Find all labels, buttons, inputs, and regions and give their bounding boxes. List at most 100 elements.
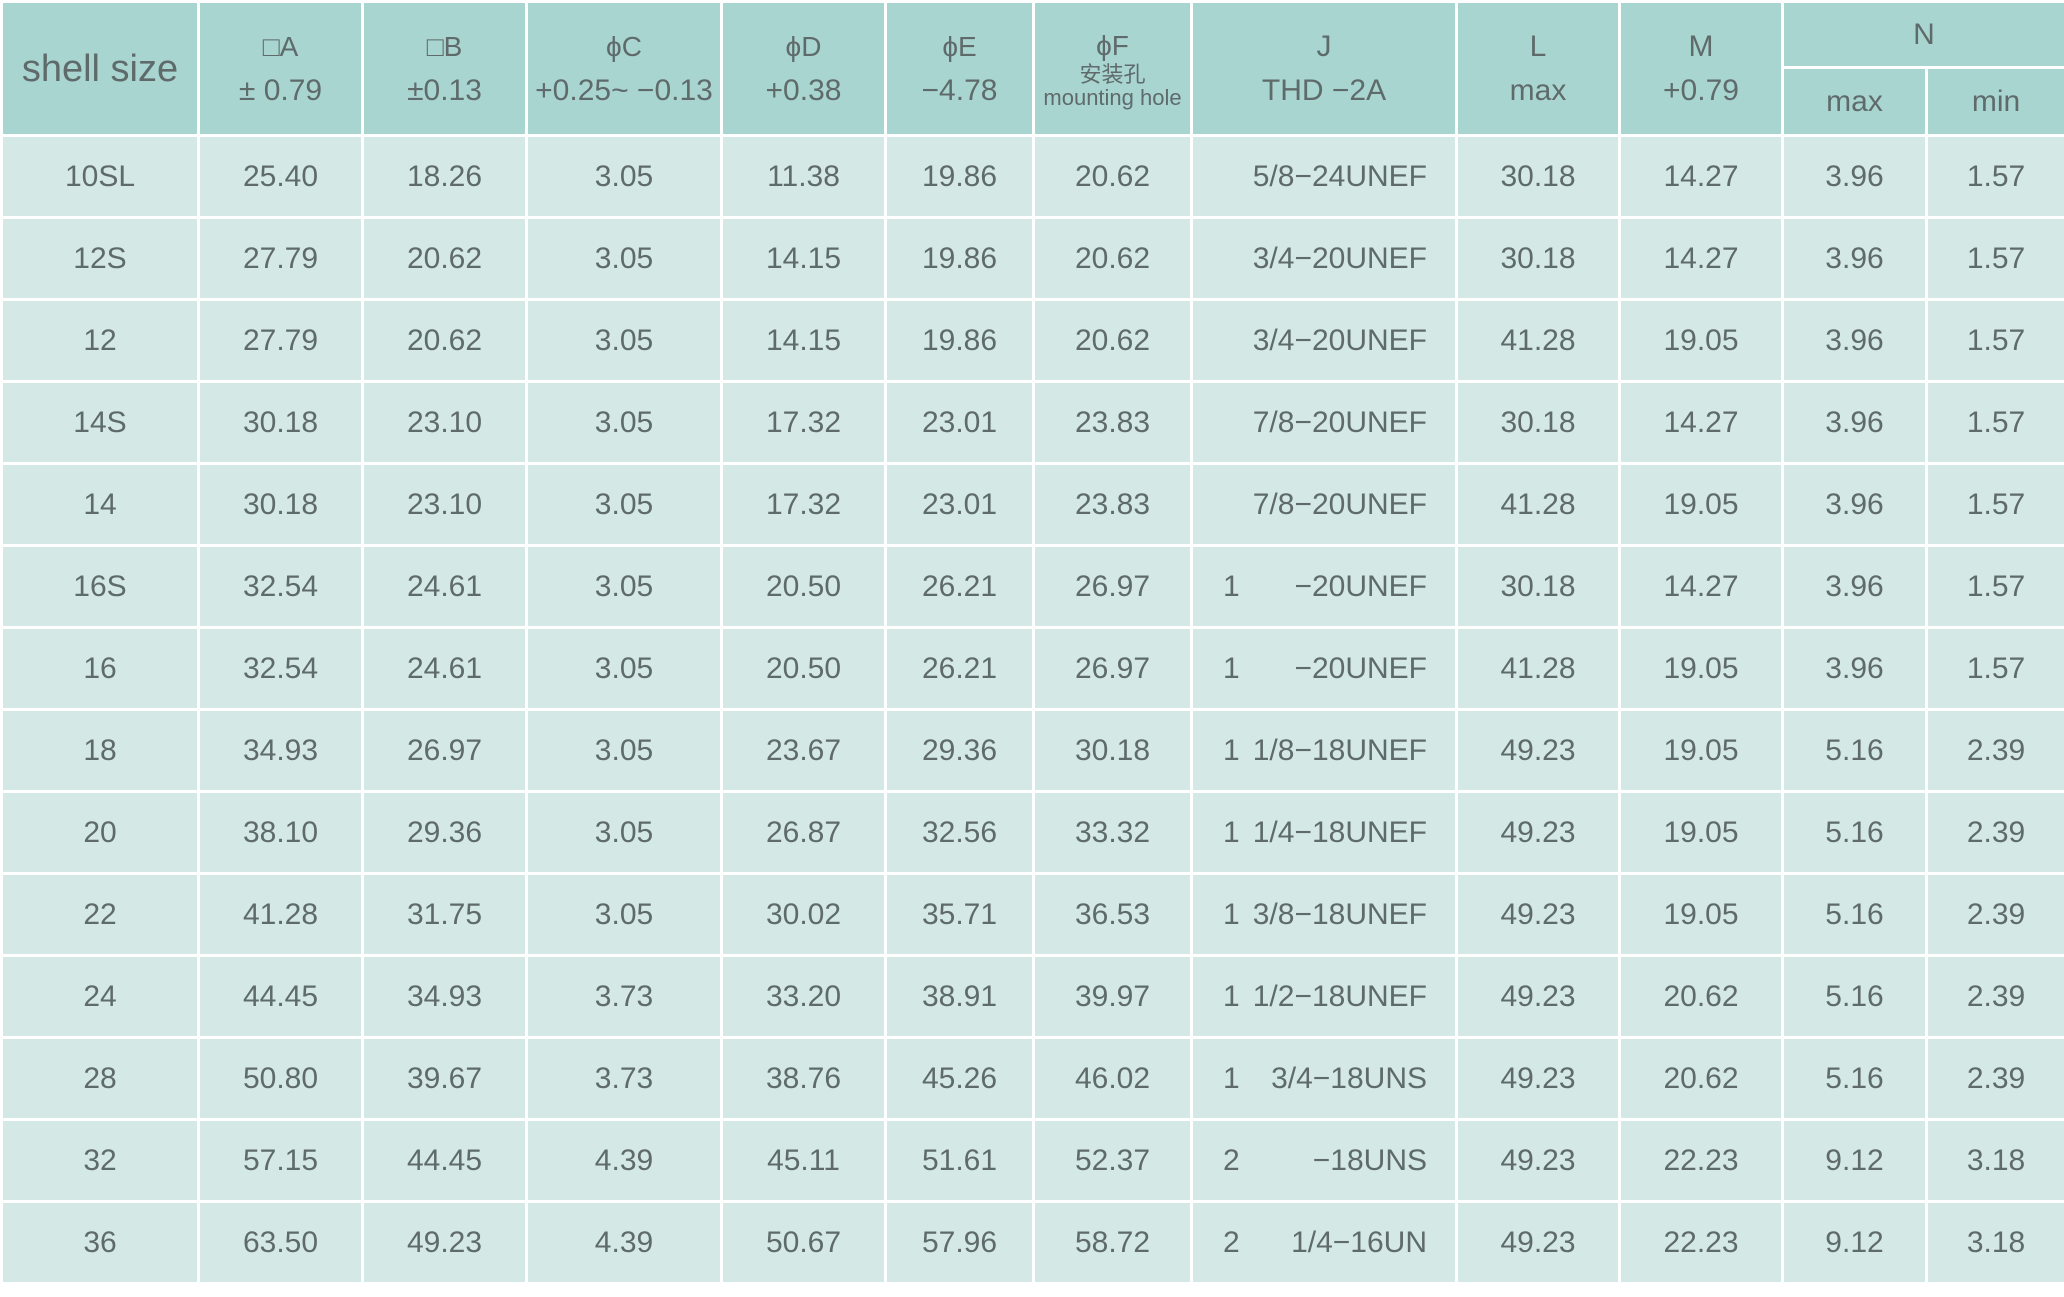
thread-spec: 5/8−24UNEF [1252,159,1427,193]
cell-b: 23.10 [361,380,528,465]
cell-l: 30.18 [1455,216,1621,301]
cell-c: 3.05 [525,298,723,383]
cell-b: 24.61 [361,626,528,711]
cell-j: 2 −18UNS [1190,1118,1458,1203]
cell-d: 11.38 [720,134,887,219]
cell-e: 26.21 [884,544,1035,629]
cell-c: 3.73 [525,1036,723,1121]
cell-l: 41.28 [1455,626,1621,711]
header-e: ϕE −4.78 [884,0,1035,137]
cell-shell-size: 14S [0,380,200,465]
cell-f: 23.83 [1032,462,1193,547]
cell-e: 19.86 [884,134,1035,219]
cell-n-min: 1.57 [1924,544,2064,629]
thread-prefix: 2 [1223,1225,1240,1259]
cell-n-min: 1.57 [1924,216,2064,301]
cell-n-max: 3.96 [1781,216,1928,301]
cell-d: 33.20 [720,954,887,1039]
cell-b: 20.62 [361,216,528,301]
cell-j: 1 1/2−18UNEF [1190,954,1458,1039]
cell-c: 3.05 [525,790,723,875]
cell-d: 14.15 [720,298,887,383]
cell-n-min: 3.18 [1924,1200,2064,1285]
cell-n-min: 3.18 [1924,1118,2064,1203]
cell-a: 32.54 [197,626,364,711]
thread-spec: 1/2−18UNEF [1252,979,1427,1013]
cell-m: 19.05 [1618,708,1784,793]
cell-e: 19.86 [884,298,1035,383]
cell-d: 26.87 [720,790,887,875]
cell-shell-size: 36 [0,1200,200,1285]
cell-j: 1 3/8−18UNEF [1190,872,1458,957]
cell-d: 23.67 [720,708,887,793]
header-a: □A ± 0.79 [197,0,364,137]
cell-n-min: 2.39 [1924,790,2064,875]
cell-f: 46.02 [1032,1036,1193,1121]
cell-f: 20.62 [1032,216,1193,301]
cell-e: 45.26 [884,1036,1035,1121]
cell-j: 3/4−20UNEF [1190,216,1458,301]
cell-m: 20.62 [1618,1036,1784,1121]
cell-a: 27.79 [197,298,364,383]
cell-e: 29.36 [884,708,1035,793]
thread-spec: 1/8−18UNEF [1252,733,1427,767]
cell-c: 3.05 [525,380,723,465]
header-f: ϕF 安装孔 mounting hole [1032,0,1193,137]
table-row: 36 63.50 49.23 4.39 50.67 57.96 58.72 2 1/4−16UN… [0,1200,2064,1285]
cell-m: 14.27 [1618,134,1784,219]
cell-l: 49.23 [1455,1200,1621,1285]
cell-n-min: 2.39 [1924,1036,2064,1121]
cell-b: 34.93 [361,954,528,1039]
cell-e: 26.21 [884,626,1035,711]
thread-spec: 7/8−20UNEF [1252,405,1427,439]
cell-n-min: 1.57 [1924,626,2064,711]
cell-d: 14.15 [720,216,887,301]
cell-a: 63.50 [197,1200,364,1285]
cell-d: 17.32 [720,380,887,465]
cell-a: 30.18 [197,462,364,547]
cell-a: 57.15 [197,1118,364,1203]
cell-n-min: 1.57 [1924,134,2064,219]
cell-a: 34.93 [197,708,364,793]
cell-m: 14.27 [1618,544,1784,629]
cell-m: 22.23 [1618,1118,1784,1203]
cell-f: 26.97 [1032,626,1193,711]
cell-d: 50.67 [720,1200,887,1285]
cell-f: 30.18 [1032,708,1193,793]
cell-c: 4.39 [525,1118,723,1203]
cell-shell-size: 10SL [0,134,200,219]
cell-b: 39.67 [361,1036,528,1121]
cell-n-max: 3.96 [1781,134,1928,219]
cell-d: 45.11 [720,1118,887,1203]
cell-shell-size: 28 [0,1036,200,1121]
cell-shell-size: 12 [0,298,200,383]
thread-spec: 7/8−20UNEF [1252,487,1427,521]
table-row: 14S 30.18 23.10 3.05 17.32 23.01 23.83 7/8−20UN… [0,380,2064,465]
thread-spec: 1/4−16UN [1291,1225,1427,1259]
cell-a: 44.45 [197,954,364,1039]
cell-b: 26.97 [361,708,528,793]
shell-size-spec-table: shell size □A ± 0.79 □B ±0.13 ϕC +0.25~ −0.… [0,0,2064,1285]
cell-shell-size: 22 [0,872,200,957]
cell-m: 19.05 [1618,626,1784,711]
cell-l: 30.18 [1455,380,1621,465]
thread-spec: 3/8−18UNEF [1252,897,1427,931]
cell-n-min: 1.57 [1924,380,2064,465]
cell-f: 33.32 [1032,790,1193,875]
cell-l: 49.23 [1455,872,1621,957]
cell-f: 20.62 [1032,134,1193,219]
cell-shell-size: 14 [0,462,200,547]
cell-a: 25.40 [197,134,364,219]
cell-e: 51.61 [884,1118,1035,1203]
cell-d: 17.32 [720,462,887,547]
cell-c: 3.05 [525,134,723,219]
table-header: shell size □A ± 0.79 □B ±0.13 ϕC +0.25~ −0.… [0,0,2064,137]
cell-n-max: 3.96 [1781,626,1928,711]
cell-j: 2 1/4−16UN [1190,1200,1458,1285]
spec-table-page: shell size □A ± 0.79 □B ±0.13 ϕC +0.25~ −0.… [0,0,2064,1297]
header-d: ϕD +0.38 [720,0,887,137]
cell-e: 23.01 [884,462,1035,547]
cell-m: 19.05 [1618,298,1784,383]
cell-e: 32.56 [884,790,1035,875]
cell-m: 20.62 [1618,954,1784,1039]
